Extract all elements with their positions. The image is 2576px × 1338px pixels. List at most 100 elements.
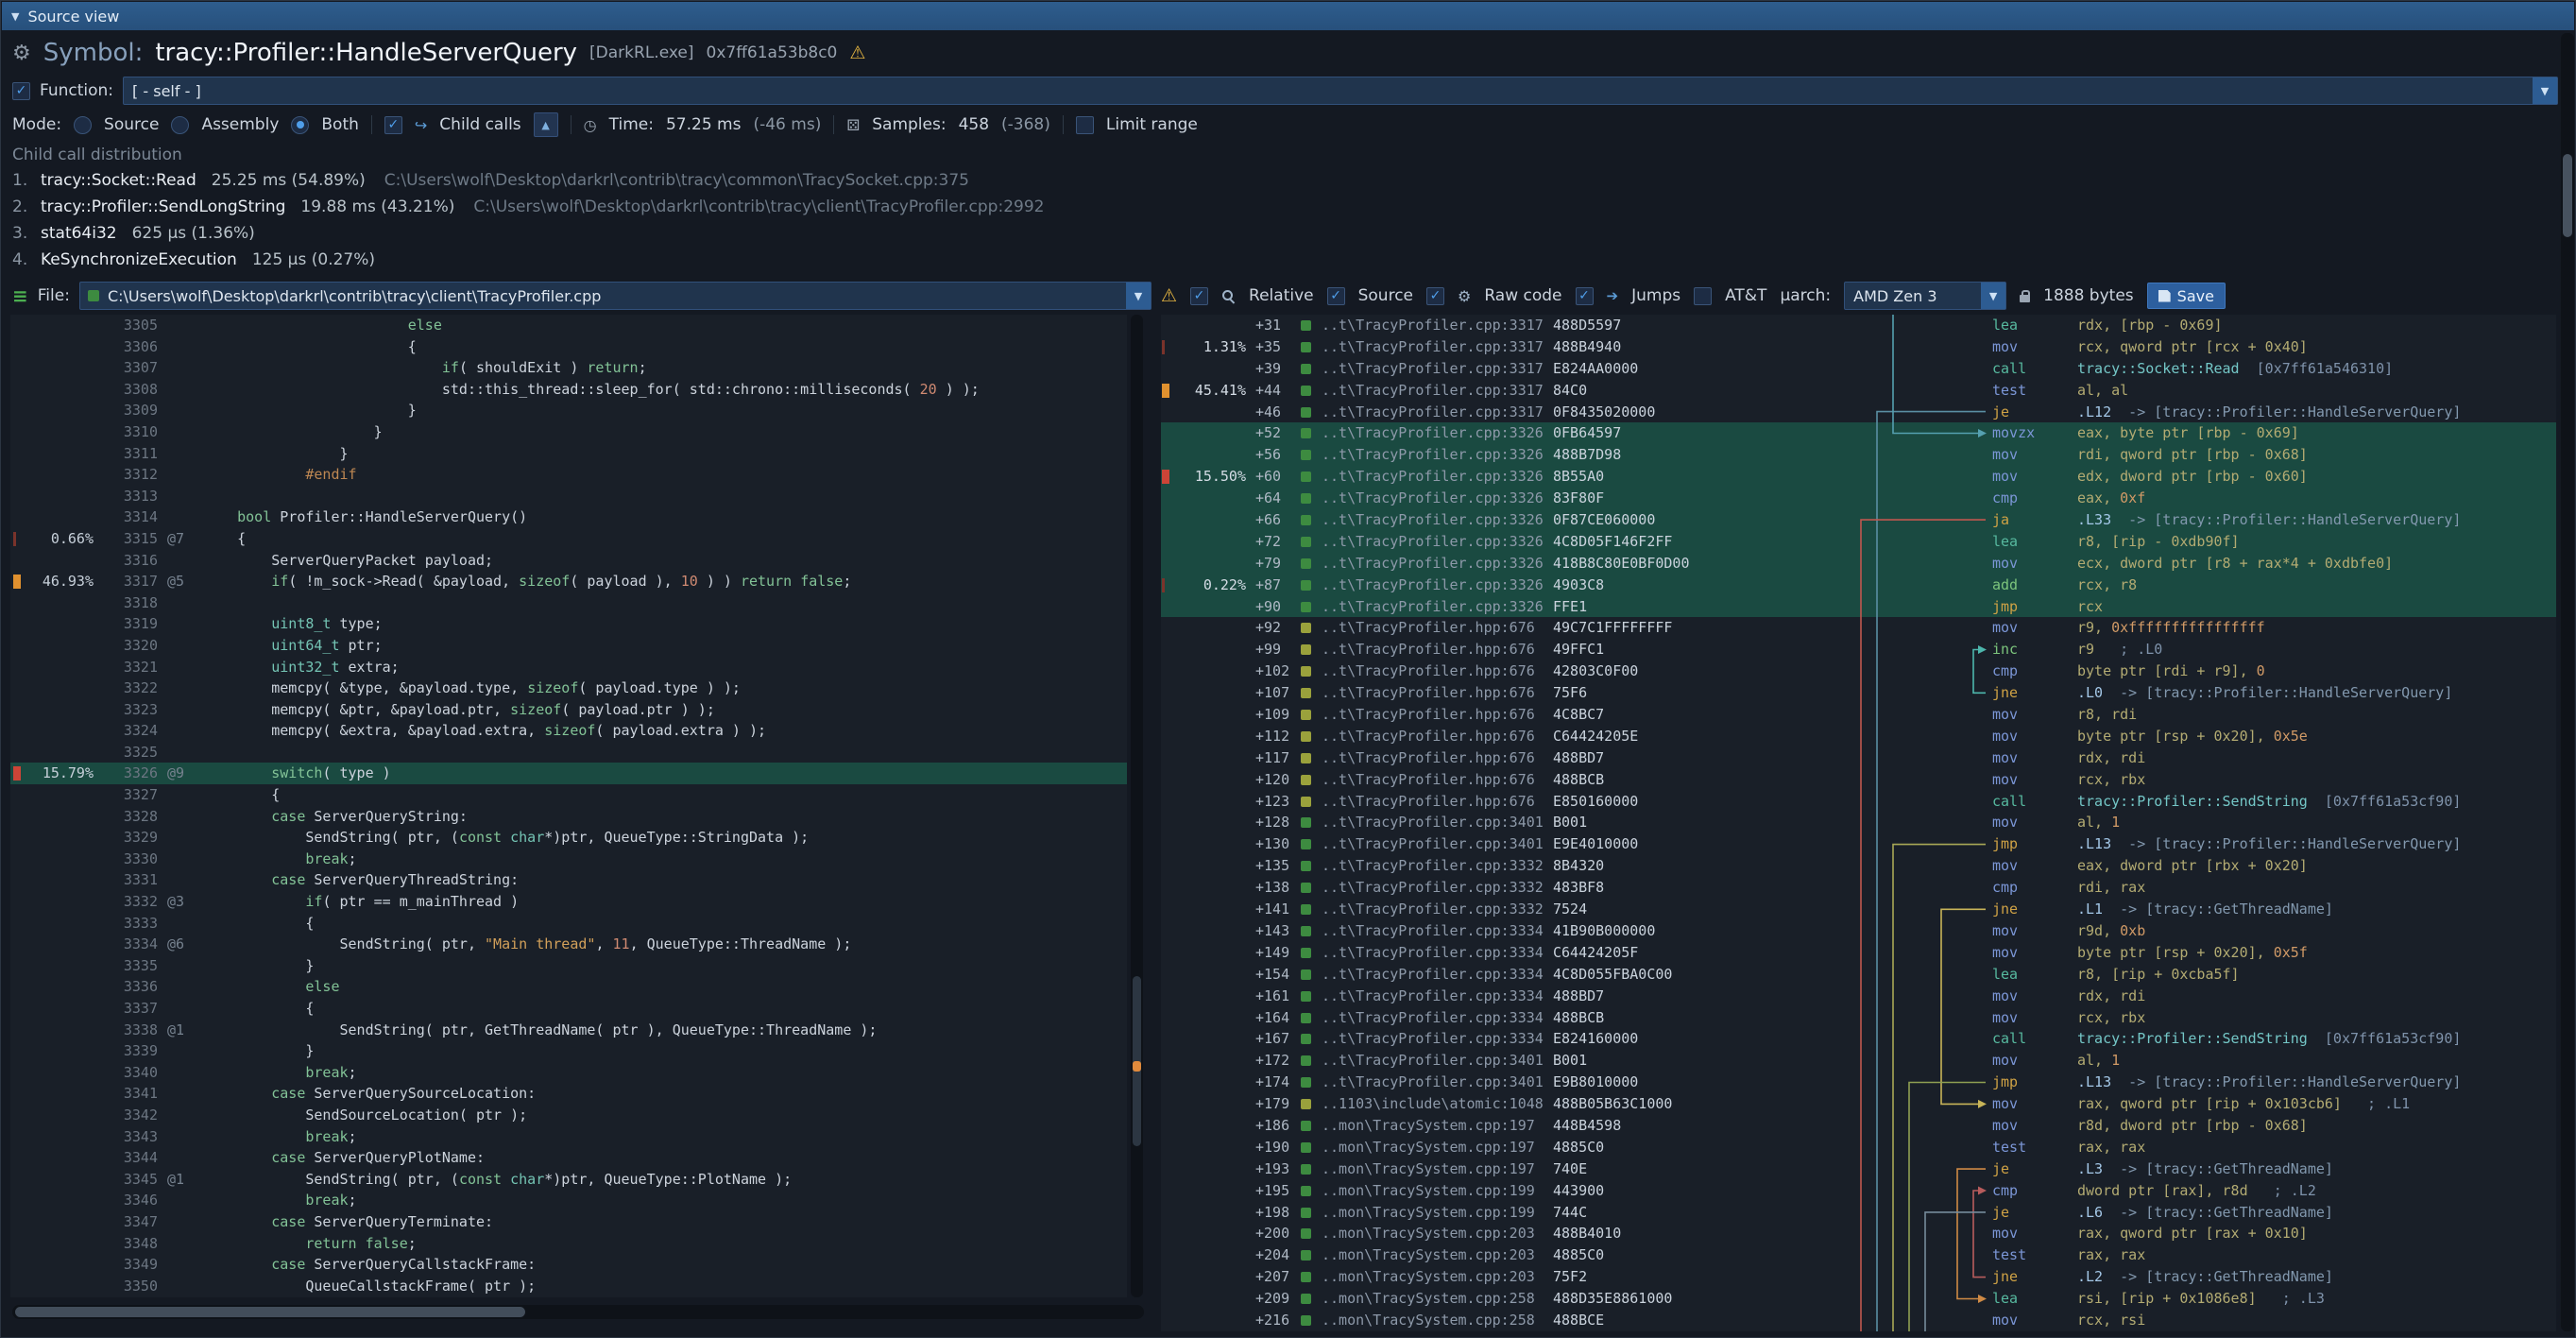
asm-source-ref[interactable]: ..t\TracyProfiler.cpp:3401 xyxy=(1322,812,1550,833)
asm-source-ref[interactable]: ..t\TracyProfiler.cpp:3332 xyxy=(1322,877,1550,899)
scrollbar-thumb[interactable] xyxy=(2563,154,2572,237)
asm-source-ref[interactable]: ..t\TracyProfiler.cpp:3334 xyxy=(1322,942,1550,964)
source-line[interactable]: 3308 std::this_thread::sleep_for( std::c… xyxy=(10,379,1127,401)
asm-source-ref[interactable]: ..t\TracyProfiler.cpp:3334 xyxy=(1322,986,1550,1007)
source-line[interactable]: 3305 else xyxy=(10,315,1127,336)
asm-source-ref[interactable]: ..t\TracyProfiler.cpp:3332 xyxy=(1322,855,1550,877)
asm-row[interactable]: +216..mon\TracySystem.cpp:258488BCEmovrc… xyxy=(1161,1310,2556,1331)
source-line[interactable]: 3334@6 SendString( ptr, "Main thread", 1… xyxy=(10,934,1127,955)
asm-source-ref[interactable]: ..t\TracyProfiler.hpp:676 xyxy=(1322,682,1550,704)
asm-row[interactable]: 0.22%+87..t\TracyProfiler.cpp:33264903C8… xyxy=(1161,575,2556,596)
source-line[interactable]: 3322 memcpy( &type, &payload.type, sizeo… xyxy=(10,678,1127,699)
source-vertical-scrollbar[interactable] xyxy=(1131,315,1143,1297)
source-checkbox[interactable]: ✓ xyxy=(1327,287,1345,305)
asm-row[interactable]: +117..t\TracyProfiler.hpp:676488BD7movrd… xyxy=(1161,747,2556,769)
asm-source-ref[interactable]: ..t\TracyProfiler.hpp:676 xyxy=(1322,747,1550,769)
radio-assembly[interactable] xyxy=(171,116,189,134)
function-combo[interactable]: [ - self - ] ▼ xyxy=(123,77,2558,105)
asm-row[interactable]: +66..t\TracyProfiler.cpp:33260F87CE06000… xyxy=(1161,509,2556,531)
asm-row[interactable]: +167..t\TracyProfiler.cpp:3334E824160000… xyxy=(1161,1028,2556,1050)
asm-source-ref[interactable]: ..mon\TracySystem.cpp:197 xyxy=(1322,1115,1550,1137)
asm-row[interactable]: +198..mon\TracySystem.cpp:199744Cje.L6 -… xyxy=(1161,1202,2556,1224)
raw-code-checkbox[interactable]: ✓ xyxy=(1426,287,1444,305)
radio-source-label[interactable]: Source xyxy=(104,115,159,134)
asm-source-ref[interactable]: ..t\TracyProfiler.cpp:3334 xyxy=(1322,1028,1550,1050)
source-line[interactable]: 3343 break; xyxy=(10,1126,1127,1148)
asm-row[interactable]: +92..t\TracyProfiler.hpp:67649C7C1FFFFFF… xyxy=(1161,617,2556,639)
asm-row[interactable]: +52..t\TracyProfiler.cpp:33260FB64597mov… xyxy=(1161,422,2556,444)
limit-range-checkbox[interactable]: ✓ xyxy=(1076,116,1094,134)
asm-row[interactable]: +174..t\TracyProfiler.cpp:3401E9B8010000… xyxy=(1161,1072,2556,1093)
file-list-icon[interactable]: ≡ xyxy=(12,284,28,307)
source-line[interactable]: 3324 memcpy( &extra, &payload.extra, siz… xyxy=(10,720,1127,742)
asm-row[interactable]: +99..t\TracyProfiler.hpp:67649FFC1incr9 … xyxy=(1161,639,2556,660)
source-line[interactable]: 3333 { xyxy=(10,913,1127,935)
child-call-entry[interactable]: 3.stat64i32625 µs (1.36%) xyxy=(12,220,2553,247)
asm-source-ref[interactable]: ..t\TracyProfiler.cpp:3317 xyxy=(1322,402,1550,423)
asm-row[interactable]: +172..t\TracyProfiler.cpp:3401B001moval,… xyxy=(1161,1050,2556,1072)
source-line[interactable]: 3327 { xyxy=(10,784,1127,806)
asm-row[interactable]: +56..t\TracyProfiler.cpp:3326488B7D98mov… xyxy=(1161,444,2556,466)
asm-source-ref[interactable]: ..t\TracyProfiler.cpp:3326 xyxy=(1322,422,1550,444)
save-button[interactable]: Save xyxy=(2147,283,2226,309)
source-line[interactable]: 3323 memcpy( &ptr, &payload.ptr, sizeof(… xyxy=(10,699,1127,721)
relative-label[interactable]: Relative xyxy=(1249,286,1314,305)
uarch-combo[interactable]: AMD Zen 3 ▼ xyxy=(1844,282,2006,310)
asm-source-ref[interactable]: ..t\TracyProfiler.cpp:3401 xyxy=(1322,833,1550,855)
asm-row[interactable]: +154..t\TracyProfiler.cpp:33344C8D055FBA… xyxy=(1161,964,2556,986)
asm-source-ref[interactable]: ..t\TracyProfiler.cpp:3326 xyxy=(1322,444,1550,466)
source-line[interactable]: 3332@3 if( ptr == m_mainThread ) xyxy=(10,891,1127,913)
source-line[interactable]: 3313 xyxy=(10,486,1127,507)
asm-source-ref[interactable]: ..t\TracyProfiler.hpp:676 xyxy=(1322,617,1550,639)
asm-row[interactable]: +123..t\TracyProfiler.hpp:676E850160000c… xyxy=(1161,791,2556,813)
relative-checkbox[interactable]: ✓ xyxy=(1190,287,1208,305)
source-line[interactable]: 46.93%3317@5 if( !m_sock->Read( &payload… xyxy=(10,571,1127,592)
source-line[interactable]: 3306 { xyxy=(10,336,1127,358)
asm-row[interactable]: +128..t\TracyProfiler.cpp:3401B001moval,… xyxy=(1161,812,2556,833)
asm-row[interactable]: +161..t\TracyProfiler.cpp:3334488BD7movr… xyxy=(1161,986,2556,1007)
source-line[interactable]: 3341 case ServerQuerySourceLocation: xyxy=(10,1083,1127,1105)
asm-row[interactable]: +135..t\TracyProfiler.cpp:33328B4320move… xyxy=(1161,855,2556,877)
source-line[interactable]: 3338@1 SendString( ptr, GetThreadName( p… xyxy=(10,1020,1127,1041)
source-line[interactable]: 3339 } xyxy=(10,1040,1127,1062)
asm-source-ref[interactable]: ..t\TracyProfiler.cpp:3317 xyxy=(1322,358,1550,380)
child-calls-checkbox[interactable]: ✓ xyxy=(384,116,402,134)
source-line[interactable]: 3344 case ServerQueryPlotName: xyxy=(10,1147,1127,1169)
asm-row[interactable]: +46..t\TracyProfiler.cpp:33170F843502000… xyxy=(1161,402,2556,423)
source-line[interactable]: 3331 case ServerQueryThreadString: xyxy=(10,869,1127,891)
asm-source-ref[interactable]: ..t\TracyProfiler.hpp:676 xyxy=(1322,769,1550,791)
asm-row[interactable]: +31..t\TracyProfiler.cpp:3317488D5597lea… xyxy=(1161,315,2556,336)
asm-source-ref[interactable]: ..t\TracyProfiler.hpp:676 xyxy=(1322,726,1550,747)
asm-row[interactable]: +141..t\TracyProfiler.cpp:33327524jne.L1… xyxy=(1161,899,2556,920)
source-line[interactable]: 3348 return false; xyxy=(10,1233,1127,1255)
asm-row[interactable]: 15.50%+60..t\TracyProfiler.cpp:33268B55A… xyxy=(1161,466,2556,488)
jumps-label[interactable]: Jumps xyxy=(1631,286,1680,305)
asm-source-ref[interactable]: ..t\TracyProfiler.cpp:3326 xyxy=(1322,553,1550,575)
asm-source-ref[interactable]: ..t\TracyProfiler.hpp:676 xyxy=(1322,704,1550,726)
radio-both[interactable] xyxy=(291,116,309,134)
source-label[interactable]: Source xyxy=(1358,286,1413,305)
asm-source-ref[interactable]: ..mon\TracySystem.cpp:203 xyxy=(1322,1244,1550,1266)
asm-source-ref[interactable]: ..t\TracyProfiler.hpp:676 xyxy=(1322,639,1550,660)
asm-row[interactable]: +149..t\TracyProfiler.cpp:3334C64424205F… xyxy=(1161,942,2556,964)
asm-row[interactable]: +138..t\TracyProfiler.cpp:3332483BF8cmpr… xyxy=(1161,877,2556,899)
limit-range-label[interactable]: Limit range xyxy=(1106,115,1198,134)
asm-source-ref[interactable]: ..mon\TracySystem.cpp:203 xyxy=(1322,1266,1550,1288)
raw-code-label[interactable]: Raw code xyxy=(1484,286,1561,305)
asm-row[interactable]: +109..t\TracyProfiler.hpp:6764C8BC7movr8… xyxy=(1161,704,2556,726)
chevron-down-icon[interactable]: ▼ xyxy=(1981,283,2005,309)
asm-row[interactable]: +193..mon\TracySystem.cpp:197740Eje.L3 -… xyxy=(1161,1158,2556,1180)
child-call-entry[interactable]: 4.KeSynchronizeExecution125 µs (0.27%) xyxy=(12,247,2553,273)
asm-row[interactable]: +107..t\TracyProfiler.hpp:67675F6jne.L0 … xyxy=(1161,682,2556,704)
asm-row[interactable]: 1.31%+35..t\TracyProfiler.cpp:3317488B49… xyxy=(1161,336,2556,358)
source-line[interactable]: 3328 case ServerQueryString: xyxy=(10,806,1127,828)
child-call-entry[interactable]: 2.tracy::Profiler::SendLongString19.88 m… xyxy=(12,194,2553,220)
asm-source-ref[interactable]: ..t\TracyProfiler.cpp:3332 xyxy=(1322,899,1550,920)
source-line[interactable]: 3312 #endif xyxy=(10,464,1127,486)
asm-source-ref[interactable]: ..t\TracyProfiler.cpp:3317 xyxy=(1322,380,1550,402)
source-line[interactable]: 3314 bool Profiler::HandleServerQuery() xyxy=(10,506,1127,528)
source-line[interactable]: 3349 case ServerQueryCallstackFrame: xyxy=(10,1254,1127,1276)
asm-row[interactable]: +64..t\TracyProfiler.cpp:332683F80Fcmpea… xyxy=(1161,488,2556,509)
asm-row[interactable]: +209..mon\TracySystem.cpp:258488D35E8861… xyxy=(1161,1288,2556,1310)
asm-row[interactable]: +102..t\TracyProfiler.hpp:67642803C0F00c… xyxy=(1161,660,2556,682)
